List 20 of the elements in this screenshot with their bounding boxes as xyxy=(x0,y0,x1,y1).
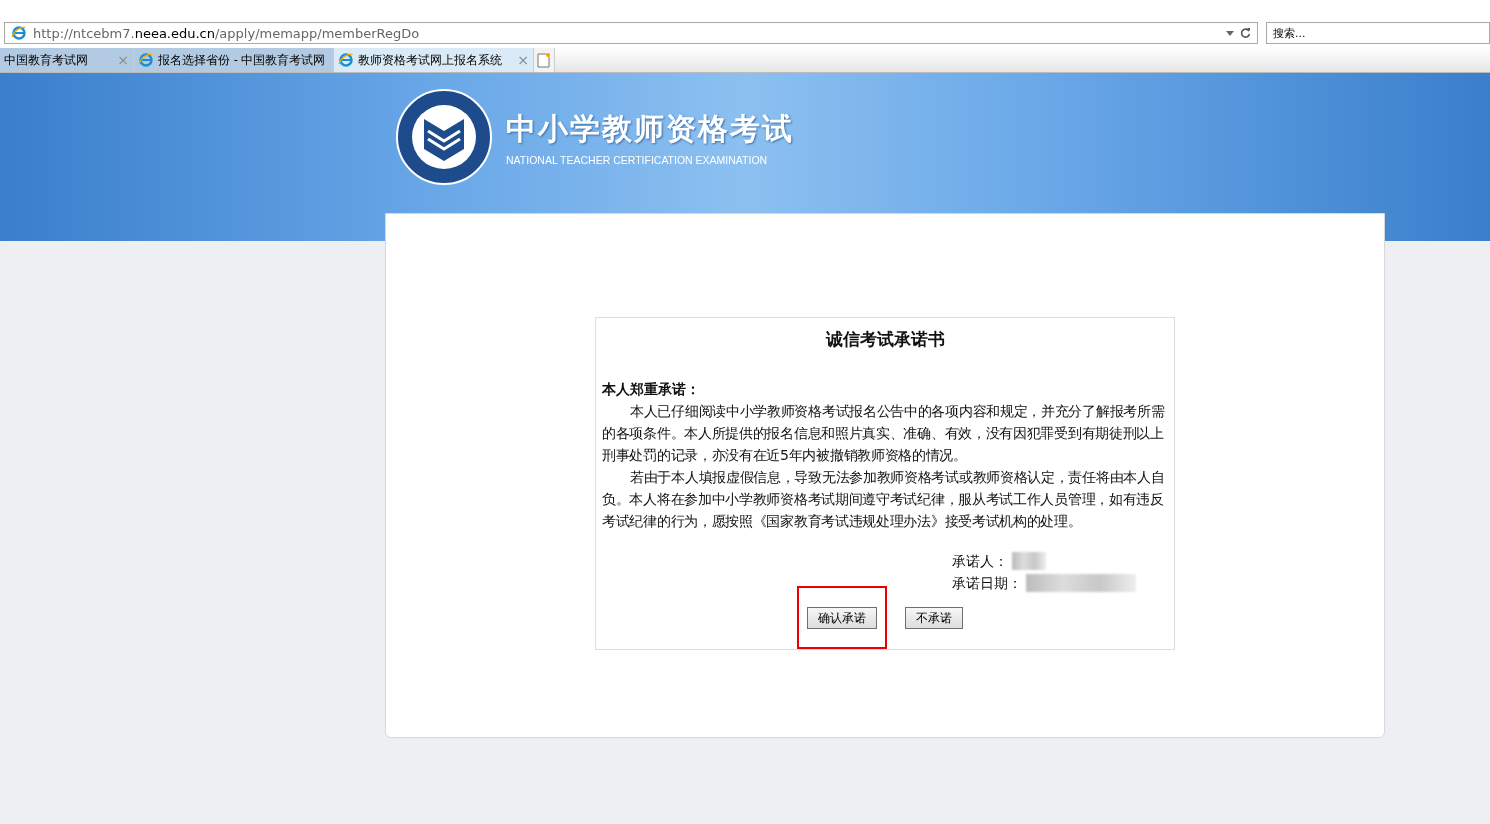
dropdown-caret-icon[interactable] xyxy=(1226,30,1234,36)
address-bar[interactable]: http://ntcebm7.neea.edu.cn/apply/memapp/memberRegDo xyxy=(4,22,1258,44)
pledge-button[interactable]: 确认承诺 xyxy=(807,607,877,629)
search-field[interactable]: 搜索... xyxy=(1266,22,1490,44)
signer-label: 承诺人： xyxy=(952,552,1008,571)
refresh-icon[interactable] xyxy=(1240,27,1251,39)
site-subtitle: NATIONAL TEACHER CERTIFICATION EXAMINATION xyxy=(506,154,769,166)
browser-tab[interactable]: 报名选择省份 - 中国教育考试网 xyxy=(134,48,334,72)
browser-e-icon xyxy=(11,25,27,41)
pledge-paragraph: 若由于本人填报虚假信息，导致无法参加教师资格考试或教师资格认定，责任将由本人自负。本人将在参加中小学教师资格考试期间遵守考试纪律，服从考试工作人员管理，如有违反考试纪律的行为，愿按照《国家教育考试违规处理办法》接受考试机构的处理。 xyxy=(602,468,1166,531)
browser-tab[interactable]: 中国教育考试网 × xyxy=(0,48,134,72)
site-title: 中小学教师资格考试 xyxy=(506,110,794,148)
exam-logo-icon xyxy=(396,89,492,185)
pledge-heading: 本人郑重承诺： xyxy=(602,380,701,399)
pledge-button[interactable]: 不承诺 xyxy=(905,607,963,629)
browser-tab[interactable]: 教师资格考试网上报名系统 × xyxy=(334,48,534,72)
date-label: 承诺日期： xyxy=(952,574,1022,593)
redacted-block xyxy=(1012,552,1046,570)
pledge-paragraph: 本人已仔细阅读中小学教师资格考试报名公告中的各项内容和规定，并充分了解报考所需的各项条件。本人所提供的报名信息和照片真实、准确、有效，没有因犯罪受到有期徒刑以上刑事处罚的记录，亦没有在近5年内被撤销教师资格的情况。 xyxy=(602,402,1166,465)
pledge-title: 诚信考试承诺书 xyxy=(824,328,946,350)
